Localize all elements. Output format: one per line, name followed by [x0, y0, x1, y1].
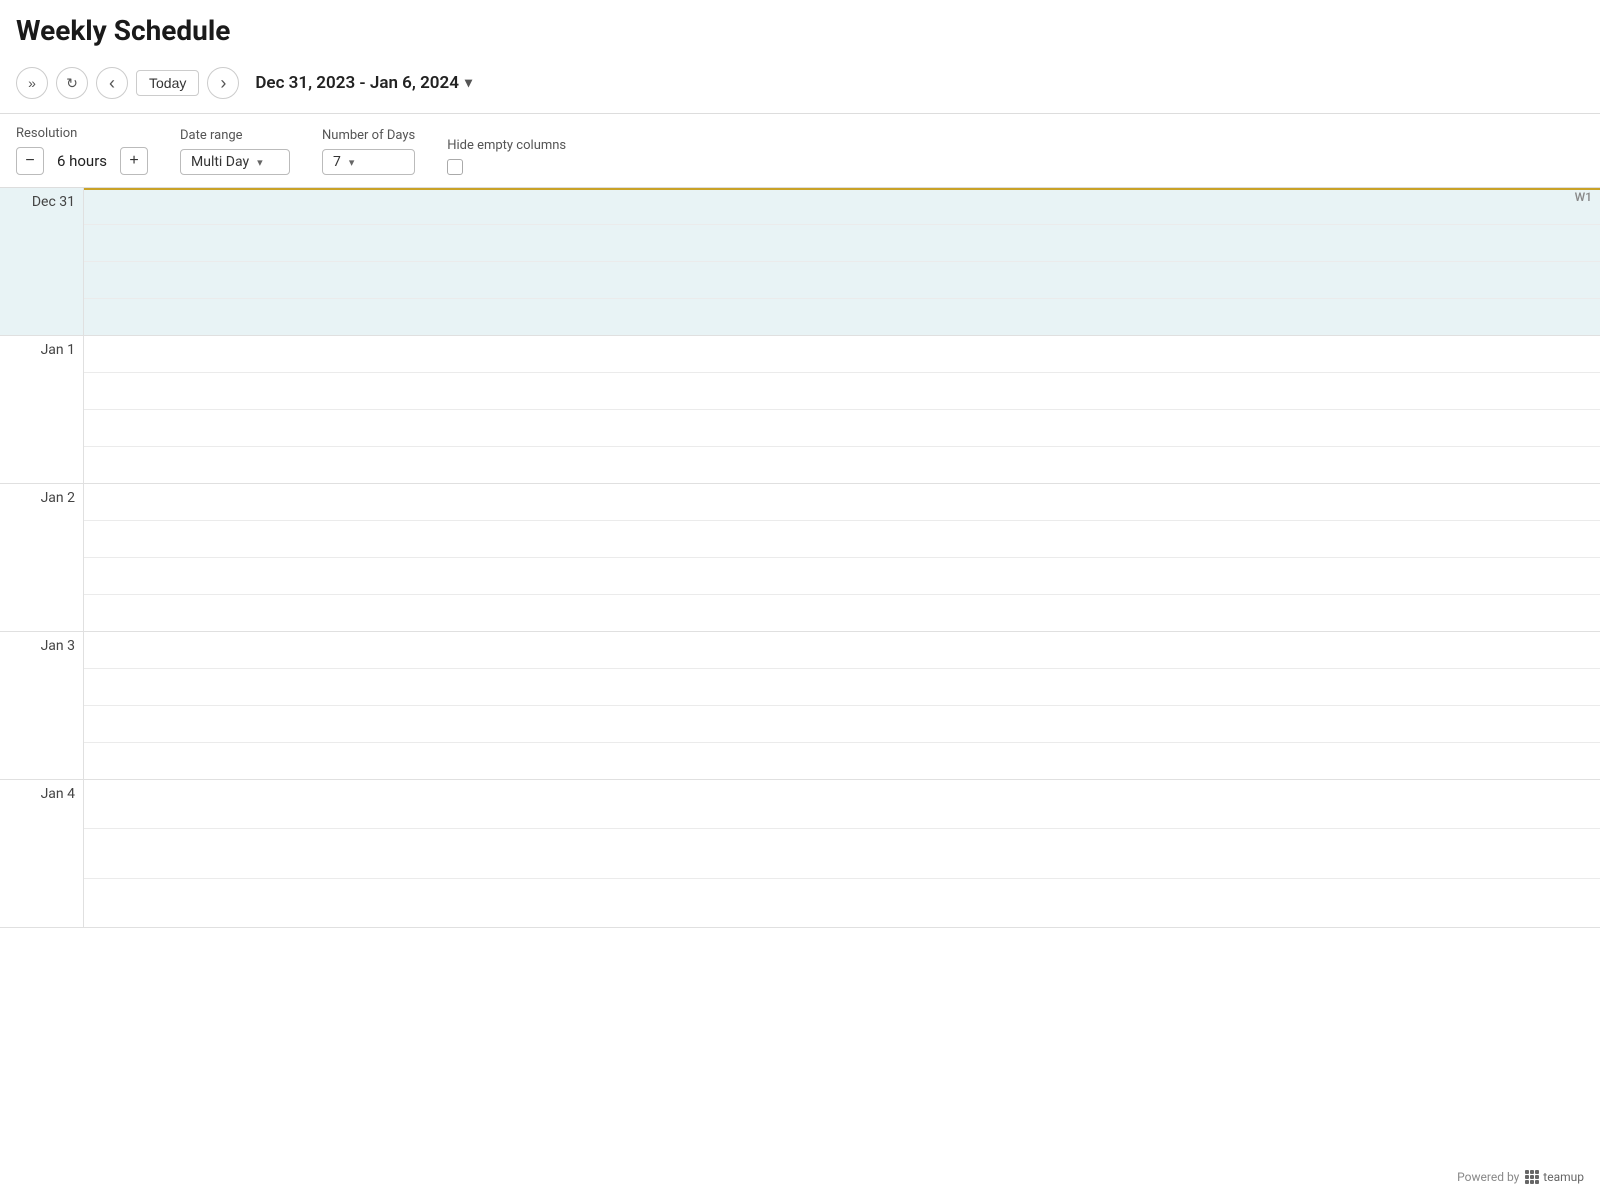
- day-slots: [84, 188, 1600, 335]
- resolution-control: − 6 hours +: [16, 147, 148, 175]
- time-slot: [84, 262, 1600, 299]
- header: Weekly Schedule » ↻ ‹ Today › Dec 31, 20…: [0, 0, 1600, 114]
- refresh-icon: ↻: [66, 75, 78, 92]
- footer: Powered by teamup: [1457, 1170, 1584, 1184]
- time-slot: [84, 188, 1600, 225]
- page-title: Weekly Schedule: [16, 14, 1584, 47]
- grid-dot: [1535, 1170, 1539, 1174]
- week-label: W1: [1575, 190, 1592, 204]
- grid-dot: [1535, 1180, 1539, 1184]
- day-row: Jan 3: [0, 632, 1600, 780]
- refresh-button[interactable]: ↻: [56, 67, 88, 99]
- date-range-select[interactable]: Multi Day ▾: [180, 149, 290, 175]
- time-slot: [84, 521, 1600, 558]
- day-row: Jan 2: [0, 484, 1600, 632]
- date-range-group: Date range Multi Day ▾: [180, 128, 290, 175]
- resolution-increase-button[interactable]: +: [120, 147, 148, 175]
- today-button[interactable]: Today: [136, 70, 199, 96]
- grid-dot: [1530, 1180, 1534, 1184]
- time-slot: [84, 225, 1600, 262]
- hide-empty-label: Hide empty columns: [447, 138, 566, 153]
- grid-dot: [1530, 1170, 1534, 1174]
- date-range-label: Date range: [180, 128, 290, 143]
- day-slots: [84, 484, 1600, 631]
- grid-dot: [1535, 1175, 1539, 1179]
- prev-button[interactable]: ‹: [96, 67, 128, 99]
- time-slot: [84, 780, 1600, 829]
- num-days-select[interactable]: 7 ▾: [322, 149, 415, 175]
- expand-button[interactable]: »: [16, 67, 48, 99]
- current-time-line: [84, 188, 1600, 190]
- grid-dot: [1530, 1175, 1534, 1179]
- toolbar: » ↻ ‹ Today › Dec 31, 2023 - Jan 6, 2024…: [16, 59, 1584, 103]
- grid-dot: [1525, 1175, 1529, 1179]
- time-slot: [84, 632, 1600, 669]
- time-slot: [84, 829, 1600, 878]
- date-range-picker[interactable]: Dec 31, 2023 - Jan 6, 2024 ▾: [247, 69, 480, 97]
- day-slots: [84, 336, 1600, 483]
- num-days-label: Number of Days: [322, 128, 415, 143]
- time-slot: [84, 410, 1600, 447]
- time-slot: [84, 336, 1600, 373]
- grid-dot: [1525, 1170, 1529, 1174]
- date-range-select-arrow-icon: ▾: [257, 156, 263, 169]
- brand-name: teamup: [1543, 1170, 1584, 1184]
- chevron-right-icon: ›: [220, 73, 226, 94]
- day-slots: [84, 780, 1600, 927]
- grid-dot: [1525, 1180, 1529, 1184]
- powered-by-text: Powered by: [1457, 1170, 1519, 1184]
- time-slot: [84, 558, 1600, 595]
- next-button[interactable]: ›: [207, 67, 239, 99]
- teamup-logo: teamup: [1525, 1170, 1584, 1184]
- day-slots: [84, 632, 1600, 779]
- controls-row: Resolution − 6 hours + Date range Multi …: [0, 114, 1600, 188]
- time-slot: [84, 373, 1600, 410]
- day-label: Jan 4: [0, 780, 84, 927]
- day-label: Jan 2: [0, 484, 84, 631]
- hide-empty-group: Hide empty columns: [447, 138, 566, 175]
- time-slot: [84, 879, 1600, 927]
- calendar-area: W1 Dec 31 Jan 1 Jan 2: [0, 188, 1600, 928]
- time-slot: [84, 595, 1600, 631]
- num-days-group: Number of Days 7 ▾: [322, 128, 415, 175]
- time-slot: [84, 706, 1600, 743]
- double-chevron-right-icon: »: [28, 75, 36, 91]
- day-label: Jan 1: [0, 336, 84, 483]
- date-range-select-value: Multi Day: [191, 154, 249, 170]
- hide-empty-checkbox[interactable]: [447, 159, 463, 175]
- hide-empty-checkbox-wrapper: [447, 159, 566, 175]
- day-row: Dec 31: [0, 188, 1600, 336]
- day-label: Jan 3: [0, 632, 84, 779]
- day-row: Jan 4: [0, 780, 1600, 928]
- resolution-value: 6 hours: [52, 152, 112, 170]
- num-days-arrow-icon: ▾: [349, 156, 355, 169]
- date-range-chevron-icon: ▾: [465, 75, 472, 91]
- resolution-group: Resolution − 6 hours +: [16, 126, 148, 175]
- resolution-label: Resolution: [16, 126, 148, 141]
- time-slot: [84, 484, 1600, 521]
- time-slot: [84, 299, 1600, 335]
- day-label: Dec 31: [0, 188, 84, 335]
- chevron-left-icon: ‹: [109, 73, 115, 94]
- num-days-value: 7: [333, 154, 341, 170]
- time-slot: [84, 669, 1600, 706]
- time-slot: [84, 743, 1600, 779]
- time-slot: [84, 447, 1600, 483]
- teamup-grid-icon: [1525, 1170, 1539, 1184]
- date-range-text: Dec 31, 2023 - Jan 6, 2024: [255, 73, 459, 93]
- day-row: Jan 1: [0, 336, 1600, 484]
- resolution-decrease-button[interactable]: −: [16, 147, 44, 175]
